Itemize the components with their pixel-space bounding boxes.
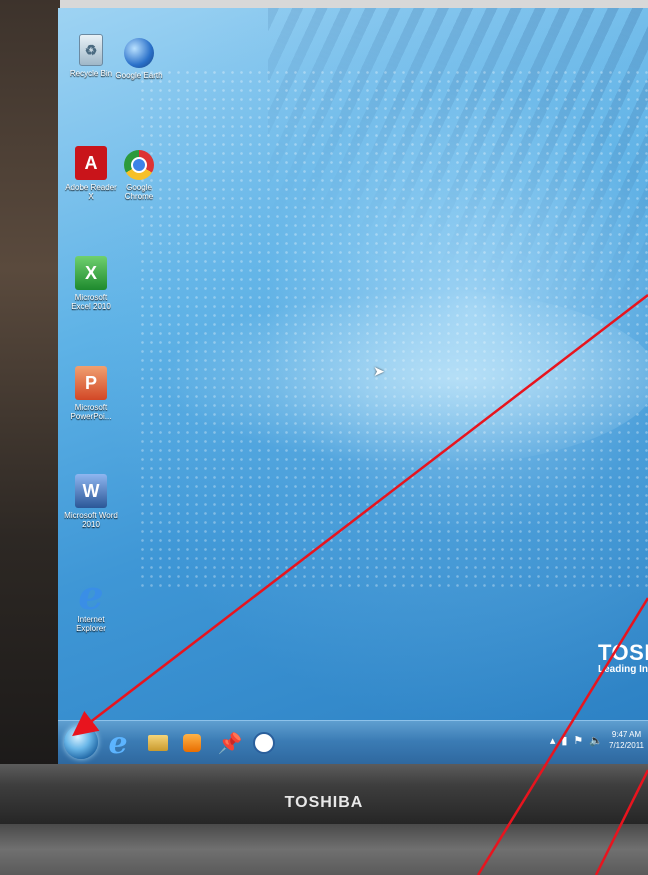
volume-icon[interactable]: 🔈	[589, 734, 603, 747]
internet-explorer-icon: e	[78, 571, 104, 619]
desktop-icon-google-chrome[interactable]: Google Chrome	[112, 150, 166, 201]
photo-background-top	[0, 0, 648, 8]
desktop-icon-label: Recycle Bin	[69, 69, 113, 78]
powerpoint-icon: P	[75, 366, 107, 400]
desktop-icon-internet-explorer[interactable]: e Internet Explorer	[64, 571, 118, 634]
brand-name: TOSI	[598, 640, 648, 665]
desktop-icon-google-earth[interactable]: Google Earth	[112, 38, 166, 80]
taskbar-internet-explorer-icon[interactable]: e	[102, 726, 134, 761]
taskbar-windows-explorer-icon[interactable]	[142, 727, 174, 759]
desktop-icon-label: Microsoft PowerPoi...	[70, 403, 112, 421]
desktop-icon-label: Adobe Reader X	[65, 183, 117, 201]
desktop-icon-powerpoint[interactable]: P Microsoft PowerPoi...	[64, 366, 118, 421]
network-icon[interactable]: ▮	[561, 734, 567, 747]
bezel-logo: TOSHIBA	[284, 794, 364, 811]
oem-branding: TOSI Leading In	[598, 640, 648, 675]
recycle-bin-icon: ♻	[79, 34, 103, 66]
desktop-icon-label: Microsoft Word 2010	[64, 511, 118, 529]
clock[interactable]: 9:47 AM 7/12/2011	[609, 729, 644, 751]
desktop-icon-recycle-bin[interactable]: ♻ Recycle Bin	[64, 34, 118, 78]
taskbar: e 📌 ▴ ▮ ⚑ 🔈 9:47 AM 7/12/2011	[58, 720, 648, 764]
desktop-icon-adobe-reader[interactable]: A Adobe Reader X	[64, 146, 118, 201]
start-button[interactable]	[64, 725, 98, 759]
taskbar-media-player-icon[interactable]	[176, 727, 208, 759]
desktop-icon-label: Google Earth	[115, 71, 163, 80]
mouse-cursor-icon: ➤	[373, 363, 385, 379]
system-tray: ▴ ▮ ⚑ 🔈 9:47 AM 7/12/2011	[550, 729, 644, 751]
laptop-bezel: TOSHIBA	[0, 764, 648, 824]
desktop-icon-label: Microsoft Excel 2010	[71, 293, 111, 311]
show-hidden-icons-icon[interactable]: ▴	[550, 734, 556, 747]
desktop-icon-label: Google Chrome	[124, 183, 154, 201]
google-earth-icon	[124, 38, 154, 68]
excel-icon: X	[75, 256, 107, 290]
brand-tagline: Leading In	[598, 664, 648, 675]
taskbar-pushpin-icon[interactable]: 📌	[214, 727, 246, 759]
laptop-body	[0, 824, 648, 875]
google-chrome-icon	[124, 150, 154, 180]
desktop-screen: ♻ Recycle Bin Google Earth A Adobe Reade…	[58, 8, 648, 764]
taskbar-app-icon[interactable]	[248, 727, 280, 759]
wallpaper-wave	[158, 288, 648, 468]
adobe-reader-icon: A	[75, 146, 107, 180]
word-icon: W	[75, 474, 107, 508]
clock-date: 7/12/2011	[609, 741, 644, 750]
desktop-icon-excel[interactable]: X Microsoft Excel 2010	[64, 256, 118, 311]
desktop-icon-label: Internet Explorer	[76, 615, 106, 633]
flag-icon[interactable]: ⚑	[573, 734, 583, 747]
desktop-icon-word[interactable]: W Microsoft Word 2010	[64, 474, 118, 529]
photo-background-left	[0, 0, 60, 770]
clock-time: 9:47 AM	[611, 730, 642, 739]
